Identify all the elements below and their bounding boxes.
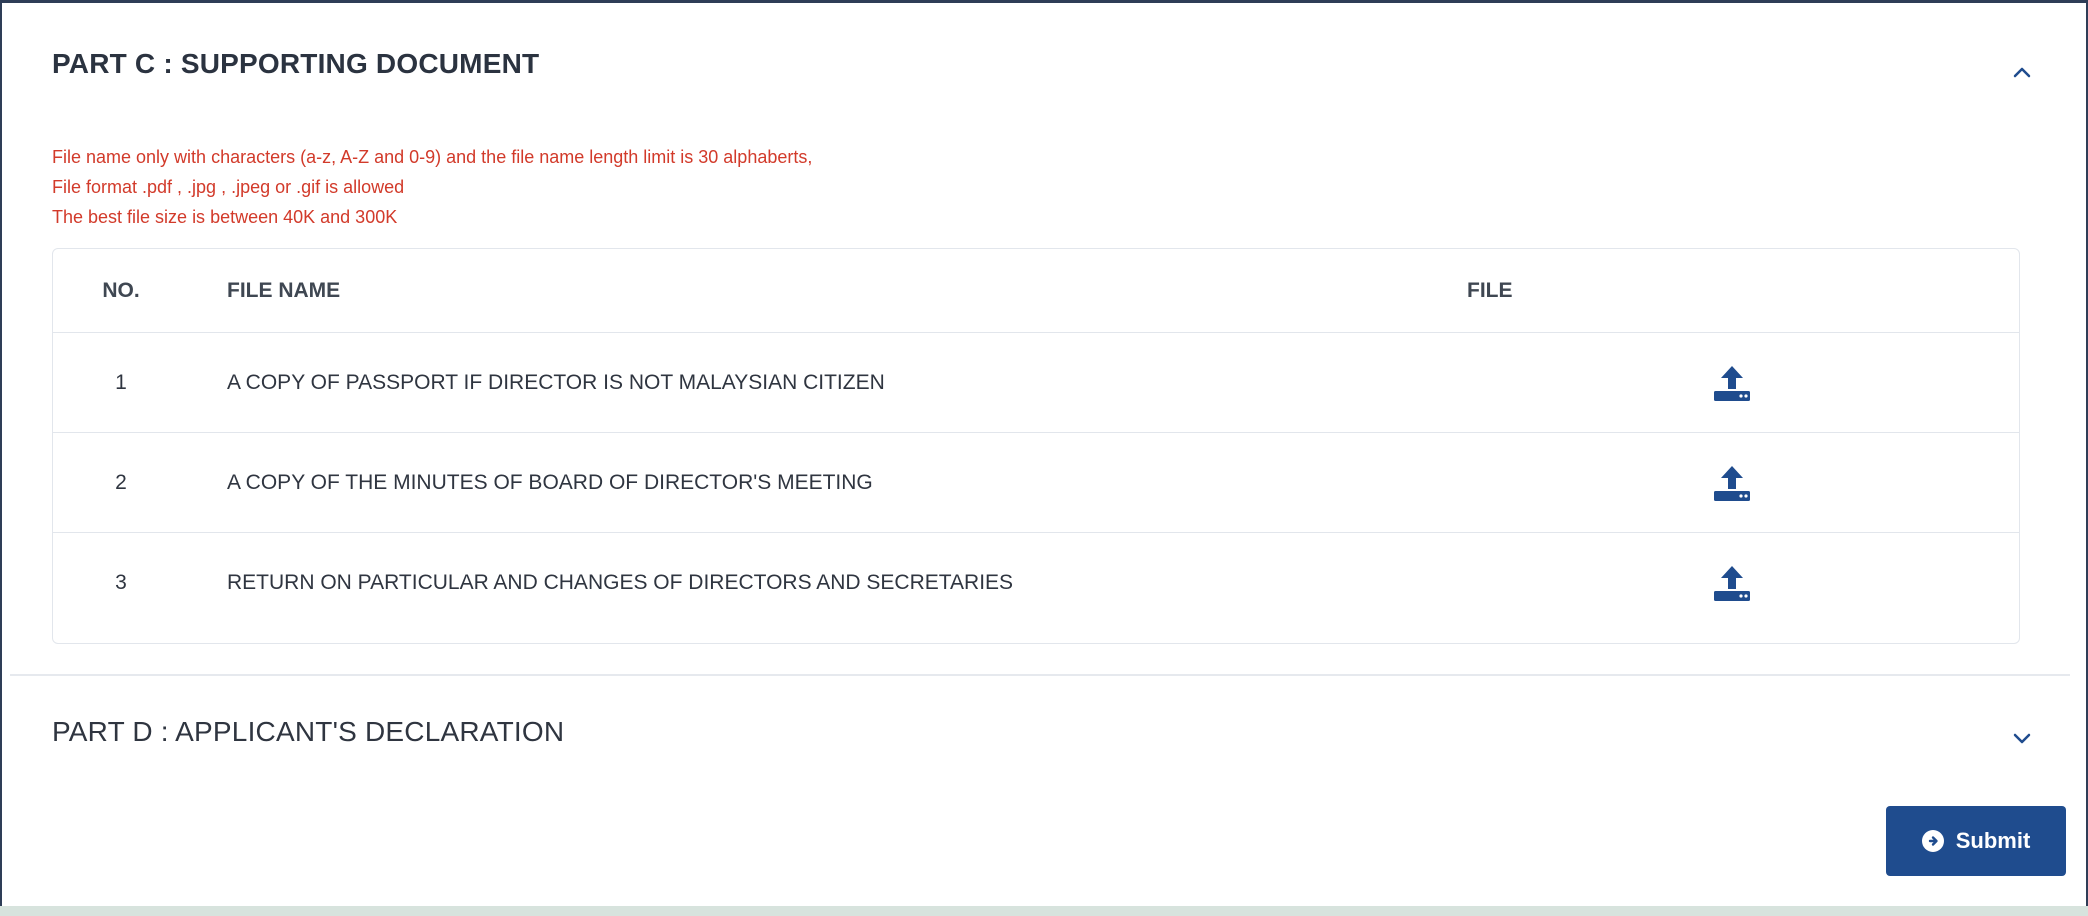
bottom-band — [0, 906, 2088, 916]
note-filename-rule: File name only with characters (a-z, A-Z… — [52, 147, 813, 167]
row-file-name: A COPY OF THE MINUTES OF BOARD OF DIRECT… — [227, 470, 873, 494]
submit-label: Submit — [1955, 828, 2031, 853]
table-row: 3 RETURN ON PARTICULAR AND CHANGES OF DI… — [53, 533, 2019, 633]
part-d-panel: PART D : APPLICANT'S DECLARATION — [10, 678, 2070, 904]
upload-requirements: File name only with characters (a-z, A-Z… — [52, 142, 812, 232]
table-row: 2 A COPY OF THE MINUTES OF BOARD OF DIRE… — [53, 433, 2019, 533]
row-number: 3 — [115, 571, 127, 594]
table-header-row: NO. FILE NAME FILE — [53, 249, 2019, 333]
row-number: 2 — [115, 470, 127, 494]
chevron-up-icon — [2013, 67, 2031, 78]
row-file-name: A COPY OF PASSPORT IF DIRECTOR IS NOT MA… — [227, 370, 885, 394]
top-border — [0, 0, 2088, 3]
row-number: 1 — [115, 370, 127, 394]
note-file-format: File format .pdf , .jpg , .jpeg or .gif … — [52, 177, 405, 197]
header-file: FILE — [1467, 278, 1513, 302]
part-c-panel: PART C : SUPPORTING DOCUMENT File name o… — [10, 12, 2070, 676]
part-c-title: PART C : SUPPORTING DOCUMENT — [52, 48, 540, 79]
table-row: 1 A COPY OF PASSPORT IF DIRECTOR IS NOT … — [53, 333, 2019, 433]
upload-button-3[interactable] — [1707, 533, 1757, 633]
upload-icon — [1714, 465, 1750, 501]
upload-icon — [1714, 365, 1750, 401]
supporting-documents-table: NO. FILE NAME FILE 1 A COPY OF PASSPORT … — [52, 248, 2020, 644]
upload-button-1[interactable] — [1707, 333, 1757, 432]
chevron-down-icon — [2013, 733, 2031, 744]
upload-icon — [1714, 566, 1750, 601]
header-file-name: FILE NAME — [227, 278, 341, 302]
arrow-circle-right-icon — [1921, 830, 1944, 852]
submit-button[interactable]: Submit — [1886, 806, 2066, 876]
part-c-collapse-toggle[interactable] — [2002, 52, 2042, 92]
part-d-expand-toggle[interactable] — [2002, 718, 2042, 758]
note-file-size: The best file size is between 40K and 30… — [52, 207, 398, 227]
header-no: NO. — [102, 278, 140, 302]
part-d-title[interactable]: PART D : APPLICANT'S DECLARATION — [52, 716, 564, 748]
upload-button-2[interactable] — [1707, 433, 1757, 532]
row-file-name: RETURN ON PARTICULAR AND CHANGES OF DIRE… — [227, 571, 1014, 594]
